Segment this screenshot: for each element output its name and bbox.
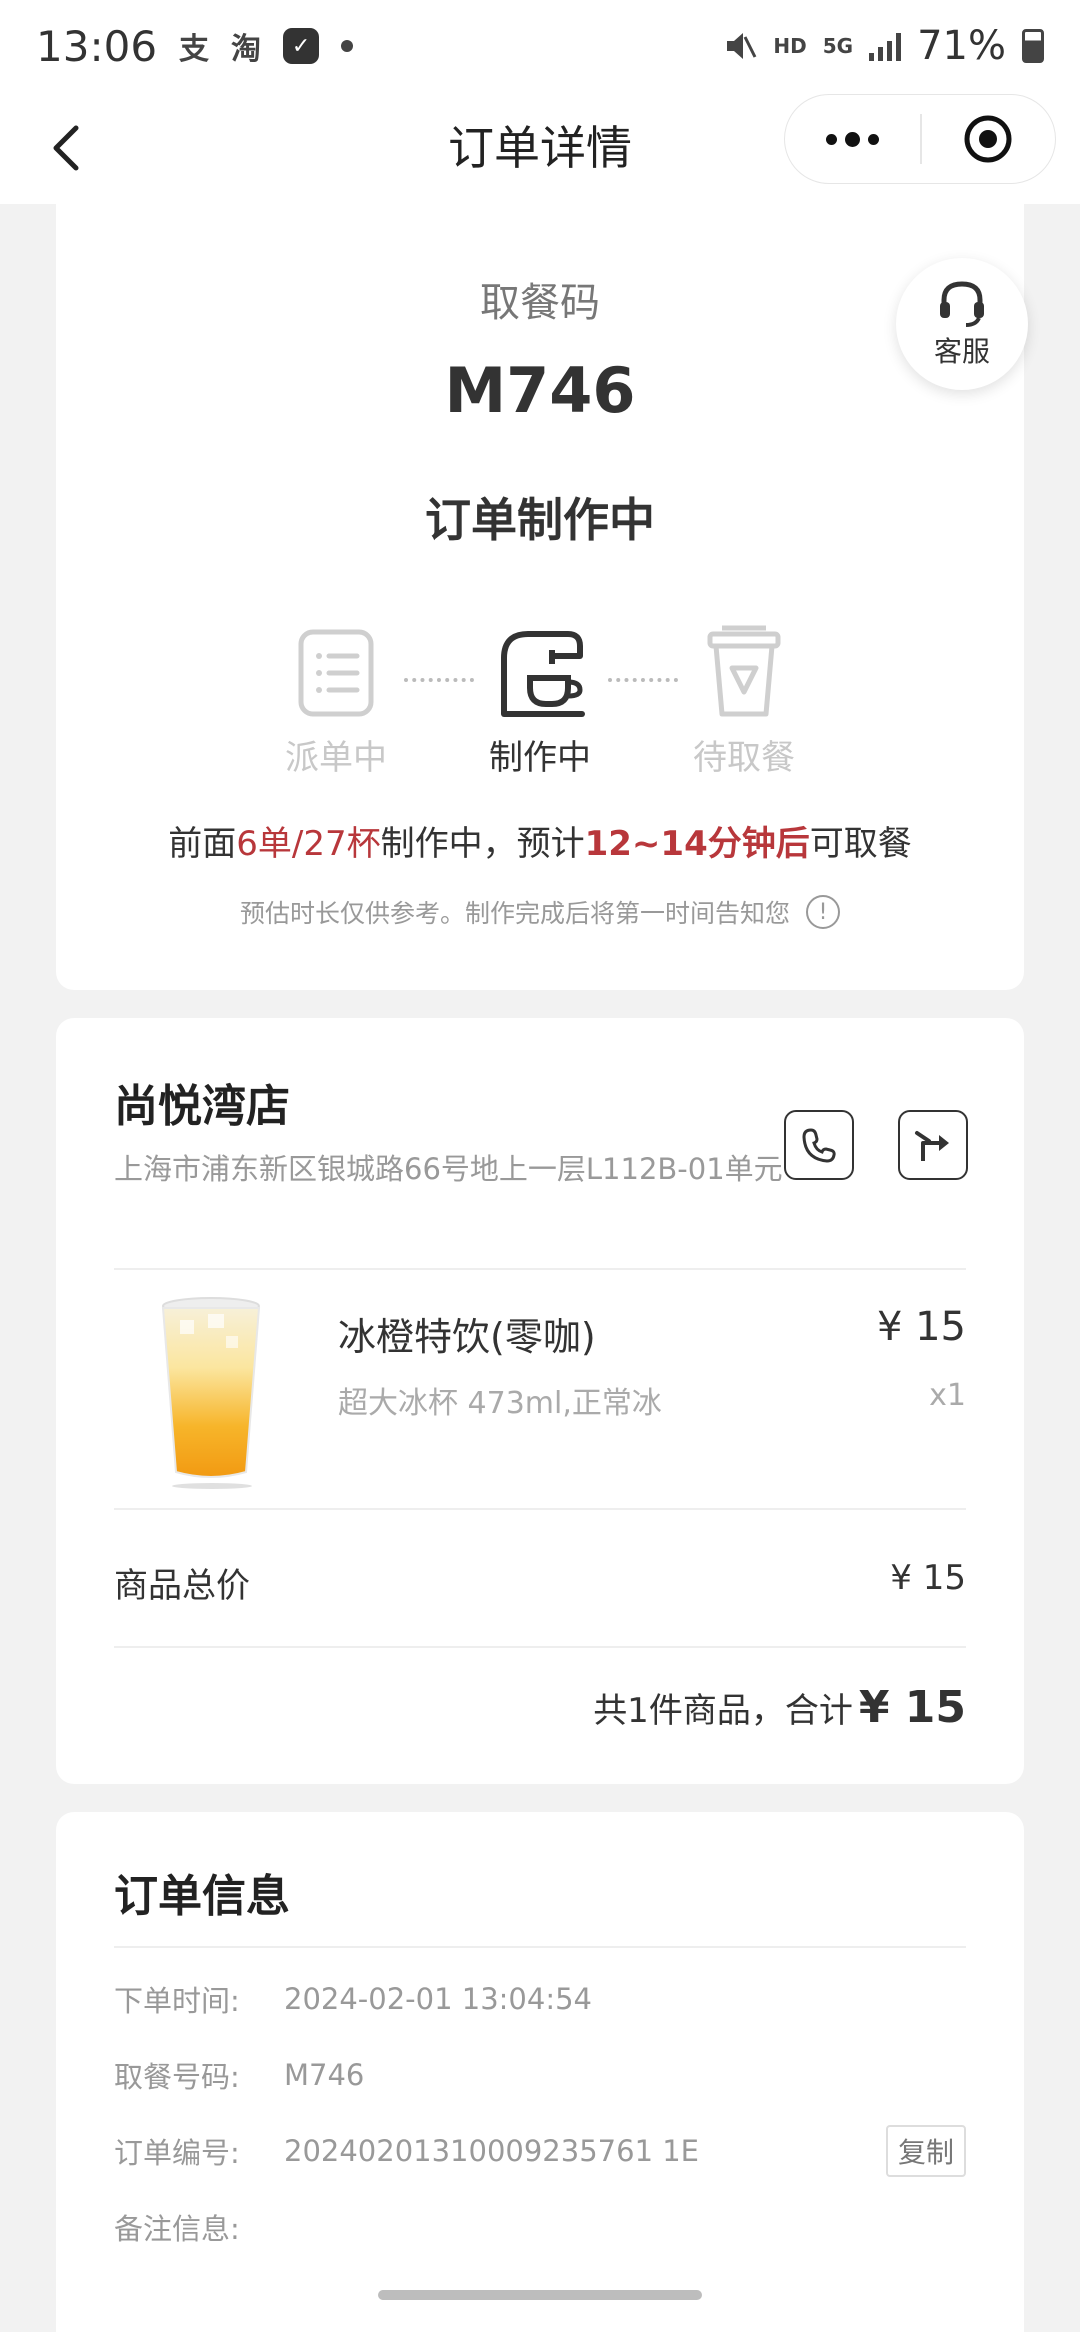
home-indicator[interactable]: [378, 2290, 702, 2300]
pickup-code-label: 取餐码: [480, 280, 600, 326]
customer-service-button[interactable]: 客服: [896, 258, 1028, 390]
info-key: 取餐号码:: [114, 2060, 240, 2094]
eta-time: 12~14分钟后: [584, 824, 810, 864]
divider: [114, 1946, 966, 1948]
total-amount: ¥ 15: [858, 1682, 966, 1733]
store-address: 上海市浦东新区银城路66号地上一层L112B-01单元: [114, 1152, 783, 1186]
divider: [114, 1508, 966, 1510]
subtotal-label: 商品总价: [114, 1566, 250, 1606]
close-mini-program-button[interactable]: [922, 94, 1055, 184]
order-total: 共1件商品，合计 ¥ 15: [593, 1682, 966, 1733]
pickup-code: M746: [444, 354, 636, 427]
phone-icon: [802, 1128, 836, 1163]
headset-icon: [940, 281, 984, 327]
product-quantity: x1: [929, 1378, 966, 1413]
customer-service-label: 客服: [933, 335, 990, 368]
info-value: 20240201310009235761 1E: [284, 2134, 700, 2168]
signal-icon: [869, 31, 902, 61]
route-icon: [915, 1131, 949, 1161]
info-row-order-number: 订单编号: 20240201310009235761 1E 复制: [114, 2125, 966, 2177]
step-making: 制作中: [460, 624, 620, 779]
eta-note: 预估时长仅供参考。制作完成后将第一时间告知您 !: [56, 894, 1024, 930]
step-dispatch: 派单中: [256, 624, 416, 779]
info-row-pickup-code: 取餐号码: M746: [114, 2050, 966, 2100]
info-value: 2024-02-01 13:04:54: [284, 1982, 592, 2016]
more-button[interactable]: [785, 94, 920, 184]
mute-icon: [727, 33, 757, 59]
target-icon: [964, 115, 1012, 163]
battery-icon: [1022, 29, 1044, 63]
info-row-remarks: 备注信息:: [114, 2202, 966, 2252]
eta-prefix: 前面: [168, 824, 237, 864]
info-row-order-time: 下单时间: 2024-02-01 13:04:54: [114, 1974, 966, 2024]
list-icon: [298, 629, 374, 717]
status-bar: 13:06 支 淘 ✓ HD 5G 71%: [0, 0, 1080, 92]
back-button[interactable]: [40, 116, 104, 180]
battery-percent: 71%: [917, 23, 1006, 69]
store-name: 尚悦湾店: [114, 1081, 290, 1132]
taobao-icon: 淘: [231, 32, 262, 67]
status-time: 13:06: [36, 21, 158, 71]
product-price: ¥ 15: [876, 1304, 966, 1350]
product-name: 冰橙特饮(零咖): [338, 1315, 596, 1359]
step-label: 待取餐: [693, 738, 795, 778]
step-label: 制作中: [489, 738, 591, 778]
divider: [114, 1646, 966, 1648]
step-label: 派单中: [285, 738, 387, 778]
order-info-title: 订单信息: [114, 1871, 290, 1922]
chevron-left-icon: [53, 125, 79, 171]
copy-button[interactable]: 复制: [886, 2125, 966, 2177]
info-key: 订单编号:: [114, 2136, 240, 2170]
mini-program-capsule: [784, 94, 1056, 184]
info-icon[interactable]: !: [806, 895, 840, 929]
product-image: [146, 1290, 276, 1490]
progress-steps: 派单中 制作中 待取餐: [56, 624, 1024, 784]
divider: [114, 1268, 966, 1270]
more-dot-icon: [845, 131, 860, 147]
info-key: 备注信息:: [114, 2212, 240, 2246]
orange-drink-image: [161, 1297, 261, 1489]
product-spec: 超大冰杯 473ml,正常冰: [338, 1386, 662, 1421]
eta-suffix: 可取餐: [809, 824, 912, 864]
check-app-icon: ✓: [283, 28, 320, 64]
nav-bar: 订单详情: [0, 92, 1080, 204]
order-info-card: 订单信息 下单时间: 2024-02-01 13:04:54 取餐号码: M74…: [56, 1812, 1024, 2332]
call-store-button[interactable]: [784, 1110, 854, 1180]
more-dot-icon: [868, 133, 879, 145]
step-pickup: 待取餐: [664, 624, 824, 779]
eta-note-text: 预估时长仅供参考。制作完成后将第一时间告知您: [239, 899, 790, 928]
navigate-button[interactable]: [898, 1110, 968, 1180]
order-status: 订单制作中: [425, 493, 655, 547]
notification-dot-icon: [341, 40, 354, 52]
cup-icon: [707, 625, 781, 717]
store-card: 尚悦湾店 上海市浦东新区银城路66号地上一层L112B-01单元 冰橙特饮(零咖…: [56, 1018, 1024, 1784]
eta-middle: 制作中，预计: [380, 824, 585, 864]
pickup-card: 取餐码 M746 订单制作中 派单中 制作中 待取餐 前面6单/27杯制作中，预…: [56, 204, 1024, 990]
info-value: M746: [284, 2058, 365, 2092]
network-indicator: 5G: [822, 34, 854, 58]
more-dot-icon: [826, 133, 837, 145]
alipay-icon: 支: [179, 32, 210, 67]
total-label: 共1件商品，合计: [593, 1691, 853, 1731]
info-key: 下单时间:: [114, 1984, 240, 2018]
subtotal-value: ¥ 15: [890, 1558, 966, 1598]
coffee-machine-icon: [501, 631, 585, 717]
hd-indicator: HD: [773, 34, 807, 58]
eta-text: 前面6单/27杯制作中，预计12~14分钟后可取餐: [56, 816, 1024, 865]
eta-queue: 6单/27杯: [236, 824, 381, 864]
